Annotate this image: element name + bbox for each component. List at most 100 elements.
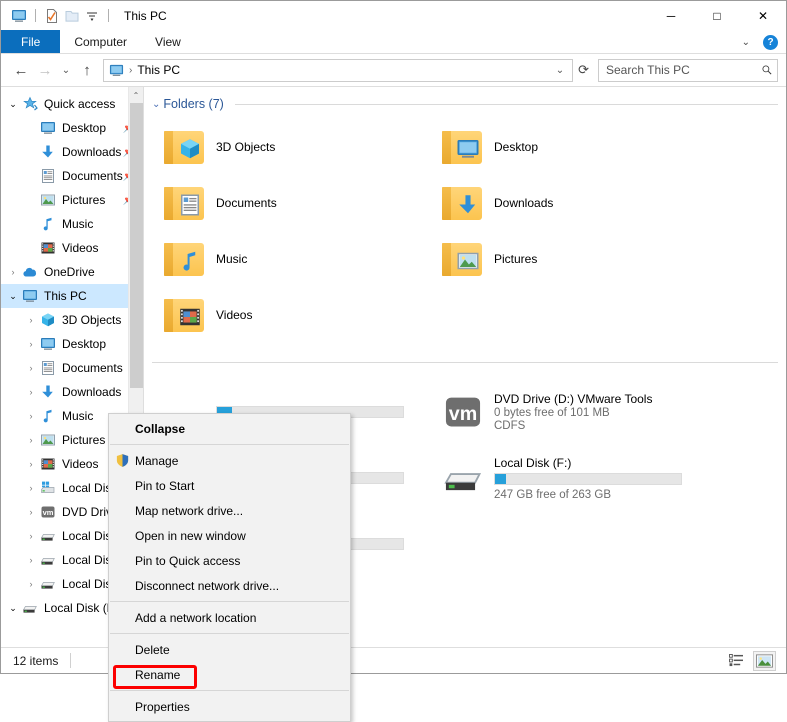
tree-item-desktop[interactable]: › Desktop xyxy=(1,332,143,356)
up-button[interactable]: ↑ xyxy=(75,58,99,82)
tree-item-documents[interactable]: Documents📌 xyxy=(1,164,143,188)
tree-item-videos[interactable]: Videos xyxy=(1,236,143,260)
close-button[interactable]: ✕ xyxy=(740,1,786,30)
folder-tile[interactable]: 3D Objects xyxy=(150,119,428,175)
chevron-down-icon[interactable]: ⌄ xyxy=(5,99,21,110)
chevron-right-icon[interactable]: › xyxy=(23,435,39,445)
documents-icon xyxy=(39,168,57,184)
context-menu[interactable]: Collapse Manage Pin to Start Map network dr… xyxy=(108,413,351,722)
details-view-icon[interactable] xyxy=(725,651,748,671)
folder-icon xyxy=(442,241,484,277)
tree-item-documents[interactable]: › Documents xyxy=(1,356,143,380)
back-button[interactable]: ← xyxy=(9,58,33,82)
recent-locations-button[interactable]: ⌄ xyxy=(57,58,75,82)
folder-icon xyxy=(442,185,484,221)
tree-item-music[interactable]: Music xyxy=(1,212,143,236)
folder-tile[interactable]: Documents xyxy=(150,175,428,231)
chevron-right-icon[interactable]: › xyxy=(23,507,39,517)
this-pc-icon[interactable] xyxy=(9,6,29,26)
chevron-down-icon[interactable]: ⌄ xyxy=(737,37,755,48)
tree-item-downloads[interactable]: › Downloads xyxy=(1,380,143,404)
menu-item-add-a-network-location[interactable]: Add a network location xyxy=(109,605,350,630)
scroll-up-icon[interactable]: ⌃ xyxy=(129,87,143,103)
menu-separator xyxy=(110,690,349,691)
tree-item-this-pc[interactable]: ⌄ This PC xyxy=(1,284,143,308)
new-folder-icon[interactable] xyxy=(62,6,82,26)
chevron-down-icon[interactable]: ⌄ xyxy=(5,291,21,302)
menu-item-label: Open in new window xyxy=(135,528,246,543)
folder-tile[interactable]: Videos xyxy=(150,287,428,343)
menu-item-collapse[interactable]: Collapse xyxy=(109,416,350,441)
scrollbar-thumb[interactable] xyxy=(130,103,143,388)
tree-item-label: Downloads xyxy=(62,145,122,159)
help-icon[interactable]: ? xyxy=(763,34,778,50)
large-icons-view-icon[interactable] xyxy=(753,650,776,671)
tree-item-label: Desktop xyxy=(62,121,107,135)
search-icon[interactable] xyxy=(761,63,773,77)
customize-dropdown-icon[interactable] xyxy=(82,6,102,26)
tab-file[interactable]: File xyxy=(1,30,61,53)
drive-filesystem: CDFS xyxy=(494,420,526,432)
chevron-down-icon[interactable]: ⌄ xyxy=(5,603,21,614)
chevron-right-icon[interactable]: › xyxy=(23,483,39,493)
tree-item-quick-access[interactable]: ⌄ Quick access xyxy=(1,92,143,116)
menu-item-disconnect-network-drive[interactable]: Disconnect network drive... xyxy=(109,573,350,598)
drive-tile[interactable]: Local Disk (F:) 247 GB free of 263 GB xyxy=(428,445,706,511)
chevron-down-icon[interactable]: ⌄ xyxy=(152,99,160,110)
search-input[interactable] xyxy=(606,63,761,77)
group-divider xyxy=(152,361,778,363)
chevron-right-icon[interactable]: › xyxy=(23,531,39,541)
breadcrumb-this-pc[interactable]: This PC xyxy=(137,63,180,77)
minimize-button[interactable]: ─ xyxy=(648,1,694,30)
address-input[interactable]: › This PC ⌄ xyxy=(103,58,574,82)
tab-computer[interactable]: Computer xyxy=(60,30,141,53)
tree-item-pictures[interactable]: Pictures📌 xyxy=(1,188,143,212)
menu-item-open-in-new-window[interactable]: Open in new window xyxy=(109,523,350,548)
tree-item-3d-objects[interactable]: › 3D Objects xyxy=(1,308,143,332)
breadcrumb[interactable]: › This PC xyxy=(109,63,180,78)
tree-item-desktop[interactable]: Desktop📌 xyxy=(1,116,143,140)
menu-item-map-network-drive[interactable]: Map network drive... xyxy=(109,498,350,523)
tree-item-label: Downloads xyxy=(62,385,122,399)
chevron-right-icon[interactable]: › xyxy=(5,267,21,277)
chevron-right-icon[interactable]: › xyxy=(23,459,39,469)
menu-item-pin-to-start[interactable]: Pin to Start xyxy=(109,473,350,498)
tree-item-downloads[interactable]: Downloads📌 xyxy=(1,140,143,164)
tree-item-label: Music xyxy=(62,217,94,231)
tab-view[interactable]: View xyxy=(141,30,195,53)
chevron-down-icon[interactable]: ⌄ xyxy=(550,65,570,76)
chevron-right-icon[interactable]: › xyxy=(23,411,39,421)
drive-tile[interactable]: vm DVD Drive (D:) VMware Tools 0 bytes f… xyxy=(428,379,706,445)
svg-text:vm: vm xyxy=(43,508,54,517)
tree-item-onedrive[interactable]: › OneDrive xyxy=(1,260,143,284)
forward-button[interactable]: → xyxy=(33,58,57,82)
chevron-right-icon[interactable]: › xyxy=(23,387,39,397)
chevron-right-icon[interactable]: › xyxy=(23,315,39,325)
folder-tile[interactable]: Downloads xyxy=(428,175,706,231)
chevron-right-icon[interactable]: › xyxy=(23,339,39,349)
folder-icon xyxy=(442,129,484,165)
folders-group-header[interactable]: ⌄ Folders (7) xyxy=(150,93,786,115)
maximize-button[interactable]: □ xyxy=(694,1,740,30)
tree-item-label: Quick access xyxy=(44,97,116,111)
menu-item-delete[interactable]: Delete xyxy=(109,637,350,662)
folder-tile[interactable]: Music xyxy=(150,231,428,287)
folder-tile[interactable]: Pictures xyxy=(428,231,706,287)
chevron-right-icon[interactable]: › xyxy=(23,579,39,589)
devices-group-header[interactable] xyxy=(150,351,786,373)
menu-item-manage[interactable]: Manage xyxy=(109,448,350,473)
chevron-right-icon[interactable]: › xyxy=(23,363,39,373)
3d-objects-icon xyxy=(177,137,202,161)
folder-tile[interactable]: Desktop xyxy=(428,119,706,175)
refresh-icon[interactable]: ⟳ xyxy=(573,62,594,78)
drive-name: Local Disk (F:) xyxy=(494,455,572,470)
title-bar: This PC ─ □ ✕ xyxy=(1,1,786,30)
properties-icon[interactable] xyxy=(42,6,62,26)
chevron-right-icon[interactable]: › xyxy=(23,555,39,565)
menu-item-rename[interactable]: Rename xyxy=(109,662,350,687)
menu-item-properties[interactable]: Properties xyxy=(109,694,350,719)
search-box[interactable] xyxy=(598,58,778,82)
group-divider xyxy=(234,103,778,105)
folder-icon xyxy=(164,185,206,221)
menu-item-pin-to-quick-access[interactable]: Pin to Quick access xyxy=(109,548,350,573)
